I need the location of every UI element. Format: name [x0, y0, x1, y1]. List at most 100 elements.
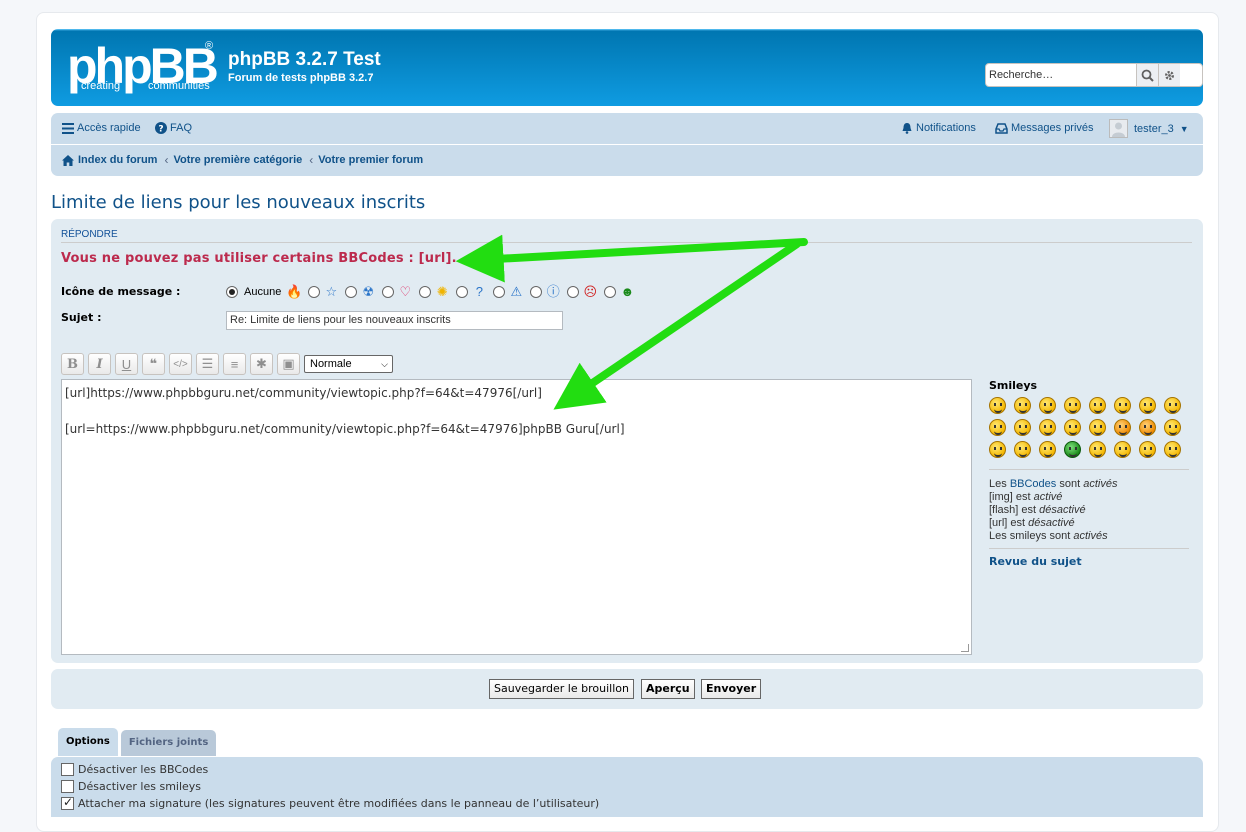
quick-access-label: Accès rapide	[77, 122, 141, 134]
url-status: [url] est	[989, 517, 1026, 529]
smiley-icon[interactable]	[1164, 419, 1181, 436]
smiley-icon[interactable]	[1014, 419, 1031, 436]
list-button[interactable]: ☰	[196, 353, 219, 375]
smiley-icon[interactable]	[1139, 419, 1156, 436]
private-messages-link[interactable]: Messages privés	[995, 122, 1094, 134]
checkbox[interactable]	[61, 763, 74, 776]
breadcrumb-separator-icon: ‹	[309, 153, 314, 167]
icon-radio[interactable]	[530, 286, 543, 298]
checkbox[interactable]	[61, 780, 74, 793]
tab-attachments[interactable]: Fichiers joints	[120, 730, 217, 756]
icon-radio[interactable]	[604, 286, 617, 298]
search-icon[interactable]	[1136, 64, 1158, 86]
url-state: désactivé	[1028, 517, 1075, 529]
topic-review-link[interactable]: Revue du sujet	[989, 548, 1189, 568]
icon-radio[interactable]	[419, 286, 432, 298]
icon-radio[interactable]	[308, 286, 321, 298]
breadcrumb-separator-icon: ‹	[164, 153, 169, 167]
ordered-list-button[interactable]: ≡	[223, 353, 246, 375]
user-menu[interactable]: tester_3 ▼	[1109, 119, 1189, 138]
icon-none-label: Aucune	[244, 286, 282, 298]
smiley-icon[interactable]	[1064, 397, 1081, 414]
bold-button[interactable]: B	[61, 353, 84, 375]
notifications-link[interactable]: Notifications	[901, 122, 976, 134]
posting-panel: RÉPONDRE Vous ne pouvez pas utiliser cer…	[51, 219, 1203, 663]
smiley-icon[interactable]	[1039, 397, 1056, 414]
smiley-icon[interactable]	[1039, 419, 1056, 436]
hamburger-icon	[62, 122, 74, 134]
mad-icon: ☹	[583, 284, 598, 299]
underline-button[interactable]: U	[115, 353, 138, 375]
list-item-button[interactable]: ✱	[250, 353, 273, 375]
smiley-icon[interactable]	[1014, 397, 1031, 414]
quick-access-menu[interactable]: Accès rapide	[62, 122, 141, 134]
options-panel: Désactiver les BBCodes Désactiver les sm…	[51, 757, 1203, 817]
smiley-icon[interactable]	[1089, 397, 1106, 414]
option-attach-signature[interactable]: Attacher ma signature (les signatures pe…	[61, 795, 600, 810]
option-disable-bbcode[interactable]: Désactiver les BBCodes	[61, 763, 208, 776]
save-draft-button[interactable]: Sauvegarder le brouillon	[489, 679, 634, 699]
smiley-icon[interactable]	[1114, 441, 1131, 458]
breadcrumb-forum[interactable]: Votre premier forum	[318, 154, 423, 166]
site-title[interactable]: phpBB 3.2.7 Test	[228, 49, 381, 71]
code-button[interactable]: </>	[169, 353, 192, 375]
smiley-icon[interactable]	[1014, 441, 1031, 458]
smiley-icon[interactable]	[1089, 441, 1106, 458]
quote-button[interactable]: ❝	[142, 353, 165, 375]
smiley-icon[interactable]	[989, 397, 1006, 414]
lightbulb-icon: ✺	[436, 284, 448, 299]
tab-options[interactable]: Options	[58, 728, 118, 756]
gear-icon[interactable]	[1158, 64, 1180, 86]
image-button[interactable]: ▣	[277, 353, 300, 375]
icon-radio[interactable]	[493, 286, 506, 298]
site-header: phpBB ® creating communities phpBB 3.2.7…	[51, 29, 1203, 106]
section-heading: RÉPONDRE	[61, 229, 1192, 243]
bell-icon	[902, 123, 912, 134]
icon-radio[interactable]	[345, 286, 358, 298]
smiley-icon[interactable]	[1139, 397, 1156, 414]
img-status: [img] est	[989, 491, 1031, 503]
subject-input[interactable]: Re: Limite de liens pour les nouveaux in…	[226, 311, 563, 330]
img-state: activé	[1033, 491, 1063, 503]
italic-button[interactable]: I	[88, 353, 111, 375]
font-size-select[interactable]: Normale ⌵	[304, 355, 393, 373]
message-line-2: [url=https://www.phpbbguru.net/community…	[65, 422, 625, 436]
svg-text:?: ?	[158, 125, 163, 135]
heart-icon: ♡	[399, 284, 412, 299]
phpbb-logo[interactable]: phpBB ® creating communities	[67, 38, 219, 95]
checkbox-checked[interactable]	[61, 795, 74, 810]
smiley-icon[interactable]	[1114, 419, 1131, 436]
smiley-icon[interactable]	[1064, 419, 1081, 436]
option-disable-smileys[interactable]: Désactiver les smileys	[61, 780, 201, 793]
submit-button[interactable]: Envoyer	[701, 679, 762, 699]
smiley-icon[interactable]	[989, 441, 1006, 458]
breadcrumb-category[interactable]: Votre première catégorie	[173, 154, 302, 166]
smiley-icon[interactable]	[1139, 441, 1156, 458]
preview-button[interactable]: Aperçu	[641, 679, 695, 699]
smiley-icon[interactable]	[1114, 397, 1131, 414]
breadcrumb-index[interactable]: Index du forum	[78, 154, 157, 166]
smiley-icon[interactable]	[1089, 419, 1106, 436]
icon-radio-none[interactable]	[226, 286, 238, 298]
smileys-state: activés	[1073, 530, 1108, 542]
bbcodes-link[interactable]: BBCodes	[1010, 478, 1056, 490]
option-label: Attacher ma signature (les signatures pe…	[78, 797, 600, 810]
icon-radio[interactable]	[382, 286, 395, 298]
error-message: Vous ne pouvez pas utiliser certains BBC…	[61, 251, 457, 266]
smiley-icon[interactable]	[1064, 441, 1081, 458]
resize-handle[interactable]	[961, 644, 969, 652]
smiley-icon[interactable]	[1039, 441, 1056, 458]
icon-radio[interactable]	[456, 286, 469, 298]
smiley-icon[interactable]	[1164, 441, 1181, 458]
star-icon: ☆	[325, 284, 338, 299]
search-input[interactable]: Recherche…	[986, 64, 1136, 86]
flash-state: désactivé	[1039, 504, 1086, 516]
smiley-icon[interactable]	[1164, 397, 1181, 414]
message-textarea[interactable]: [url]https://www.phpbbguru.net/community…	[61, 379, 972, 655]
faq-link[interactable]: ? FAQ	[155, 122, 192, 134]
smiley-icon[interactable]	[989, 419, 1006, 436]
icon-radio[interactable]	[567, 286, 580, 298]
flash-status: [flash] est	[989, 504, 1037, 516]
page-title[interactable]: Limite de liens pour les nouveaux inscri…	[51, 192, 425, 213]
bbcode-sont: sont	[1059, 478, 1081, 490]
